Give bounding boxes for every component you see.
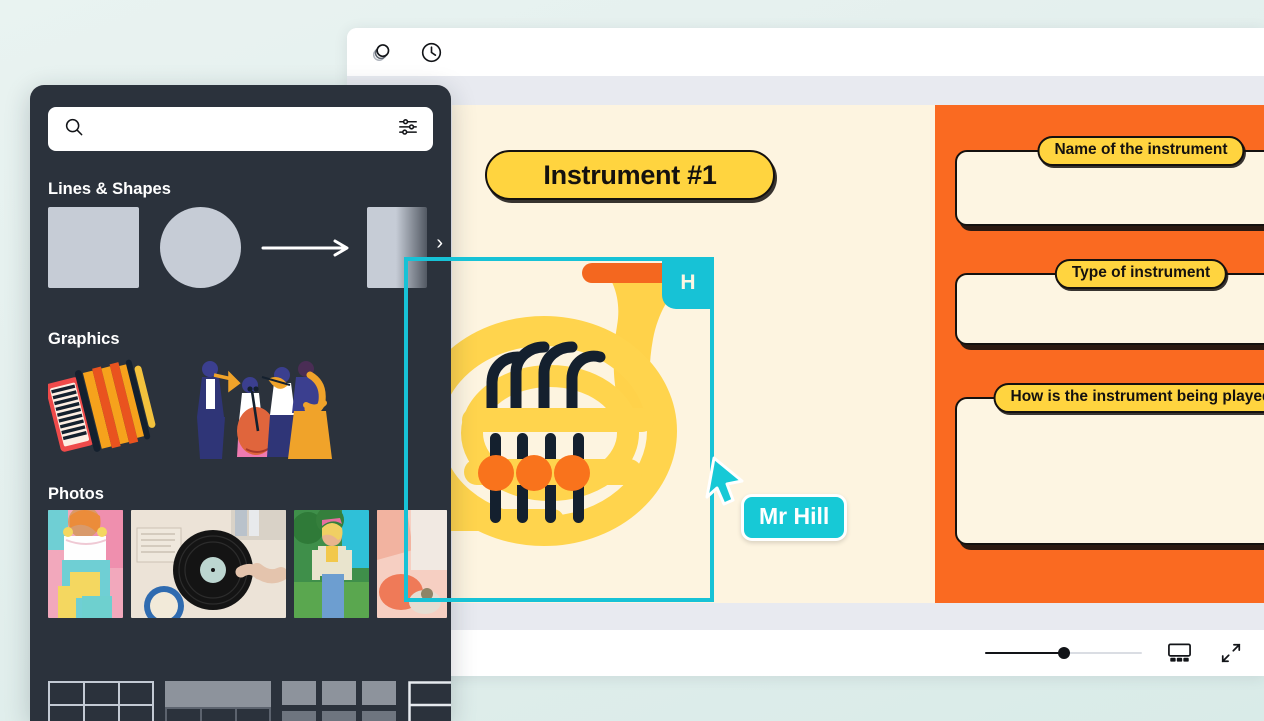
collaborator-cursor <box>705 456 744 506</box>
collaborator-name-tag: Mr Hill <box>741 494 848 541</box>
